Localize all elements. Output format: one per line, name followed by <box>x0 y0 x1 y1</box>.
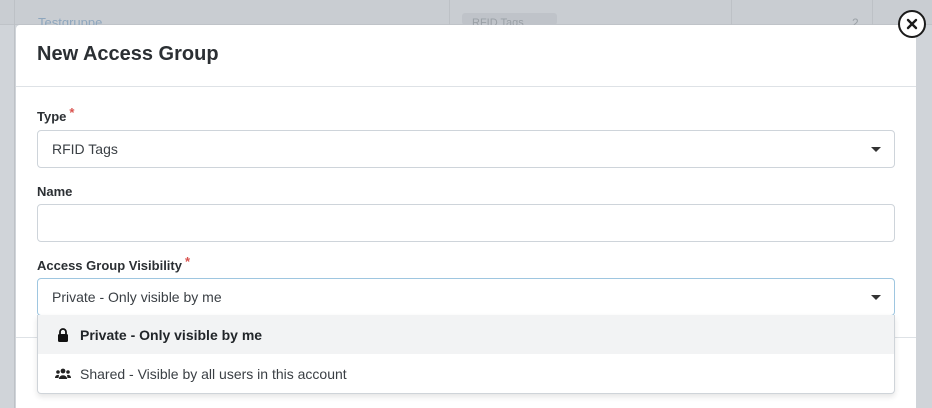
background-count: 2 <box>852 16 859 25</box>
name-label: Name <box>37 184 72 199</box>
lock-icon <box>54 327 72 343</box>
close-button[interactable] <box>898 10 926 38</box>
users-icon <box>54 366 72 382</box>
visibility-select-value: Private - Only visible by me <box>52 289 222 305</box>
visibility-select[interactable]: Private - Only visible by me <box>37 278 895 316</box>
modal-title: New Access Group <box>37 43 219 65</box>
visibility-option-label: Private - Only visible by me <box>80 326 263 343</box>
visibility-label: Access Group Visibility * <box>37 254 190 273</box>
background-group-link: Testgruppe <box>38 15 103 25</box>
required-mark: * <box>184 254 191 269</box>
caret-down-icon <box>871 147 881 152</box>
background-divider <box>731 0 732 25</box>
visibility-option-shared[interactable]: Shared - Visible by all users in this ac… <box>38 354 894 393</box>
caret-down-icon <box>871 295 881 300</box>
visibility-dropdown: Private - Only visible by me Shared - Vi… <box>37 315 895 394</box>
visibility-option-private[interactable]: Private - Only visible by me <box>38 315 894 354</box>
modal-header: New Access Group <box>16 25 916 87</box>
background-type-badge: RFID Tags <box>462 13 557 25</box>
background-divider <box>449 0 450 25</box>
visibility-option-label: Shared - Visible by all users in this ac… <box>80 365 347 382</box>
type-select[interactable]: RFID Tags <box>37 130 895 168</box>
background-divider <box>14 0 15 408</box>
required-mark: * <box>69 105 75 120</box>
type-label-text: Type <box>37 109 67 124</box>
name-label-text: Name <box>37 184 73 199</box>
name-input[interactable] <box>37 204 895 242</box>
type-select-value: RFID Tags <box>52 141 118 157</box>
type-label: Type * <box>37 105 74 124</box>
visibility-label-text: Access Group Visibility <box>37 258 182 273</box>
close-icon <box>906 18 918 30</box>
